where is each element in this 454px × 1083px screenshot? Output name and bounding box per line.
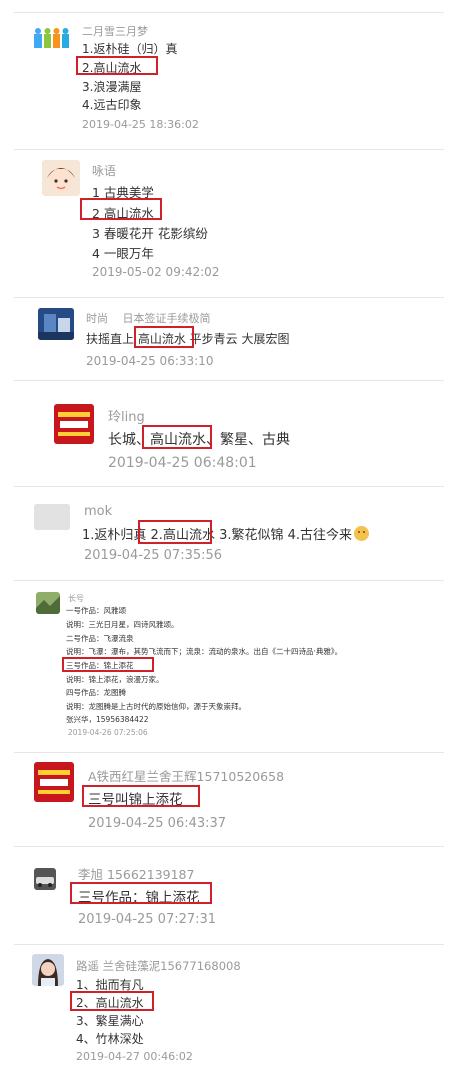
divider: [14, 580, 444, 581]
timestamp: 2019-04-27 00:46:02: [76, 1050, 193, 1063]
avatar: [34, 868, 56, 890]
comment-line: 二号作品：飞瀑流泉: [66, 634, 134, 643]
comment-card: 二月雪三月梦 1.返朴硅（归）真 2.高山流水 3.浪漫满屋 4.远古印象 20…: [26, 14, 446, 148]
highlight-box: [76, 56, 158, 75]
highlight-box: [70, 882, 212, 904]
highlight-box: [62, 657, 154, 672]
commenter-name: 李旭 15662139187: [78, 867, 195, 882]
timestamp: 2019-05-02 09:42:02: [92, 265, 220, 279]
highlight-box: [70, 991, 154, 1011]
timestamp: 2019-04-26 07:25:06: [68, 728, 148, 737]
comment-card: mok 1.返朴归真 2.高山流水 3.繁花似锦 4.古往今来 2019-04-…: [26, 490, 446, 576]
commenter-name: 长号: [68, 594, 84, 603]
comment-line: 张兴华，15956384422: [66, 715, 149, 724]
commenter-name: 玲ling: [108, 410, 145, 425]
comment-line: 4、竹林深处: [76, 1032, 144, 1046]
comment-line: 3、繁星满心: [76, 1014, 144, 1028]
woman-photo-icon: [32, 954, 64, 986]
avatar: [34, 762, 74, 802]
divider: [14, 380, 444, 381]
red-poster-icon: [34, 762, 74, 802]
divider: [14, 12, 444, 13]
green-landscape-icon: [36, 592, 60, 614]
cartoon-girl-icon: [47, 168, 75, 192]
highlight-box: [138, 520, 212, 544]
timestamp: 2019-04-25 18:36:02: [82, 118, 199, 131]
comment-line: 4 一眼万年: [92, 246, 154, 261]
blue-photo-icon: [38, 308, 74, 340]
commenter-name: 时尚 日本签证手续极简: [86, 312, 211, 325]
avatar: [54, 404, 94, 444]
comment-line: 说明：龙图腾是上古时代的原始信仰，源于天象崇拜。: [66, 702, 246, 711]
divider: [14, 752, 444, 753]
commenter-name: 二月雪三月梦: [82, 25, 148, 38]
divider: [14, 944, 444, 945]
highlight-box: [134, 326, 194, 348]
avatar: [36, 592, 60, 614]
commenter-name: 咏语: [92, 164, 117, 178]
comment-card: 咏语 1 古典美学 2 高山流水 3 春暖花开 花影缤纷 4 一眼万年 2019…: [26, 150, 446, 296]
comment-card: 路遥 兰舍硅藻泥15677168008 1、拙而有凡 2、高山流水 3、繁星满心…: [26, 948, 446, 1072]
avatar: [38, 308, 74, 340]
comment-line: 3 春暖花开 花影缤纷: [92, 226, 208, 241]
comment-line: 说明：锦上添花，浪漫万家。: [66, 675, 164, 684]
timestamp: 2019-04-25 07:35:56: [84, 548, 223, 563]
comment-card: 时尚 日本签证手续极简 扶摇直上 高山流水 平步青云 大展宏图 2019-04-…: [26, 298, 446, 380]
comment-line: 3.浪漫满屋: [82, 80, 142, 94]
avatar: [34, 24, 70, 54]
highlight-box: [142, 425, 212, 449]
comment-line: 四号作品：龙图腾: [66, 688, 126, 697]
commenter-name: A铁西红星兰舍王辉15710520658: [88, 769, 285, 784]
comment-card: A铁西红星兰舍王辉15710520658 三号叫锦上添花 2019-04-25 …: [26, 756, 446, 842]
comment-line: 1.返朴归真 2.高山流水 3.繁花似锦 4.古往今来: [82, 524, 370, 543]
comment-card: 长号 一号作品：风雅颂 说明：三光日月星，四诗风雅颂。 二号作品：飞瀑流泉 说明…: [26, 582, 446, 750]
grin-emoji-icon: [354, 526, 370, 541]
commenter-name: mok: [84, 504, 113, 519]
car-photo-icon: [34, 868, 56, 890]
comment-line: 4.远古印象: [82, 98, 142, 112]
colorful-people-logo-icon: [34, 28, 69, 48]
avatar: [42, 160, 80, 196]
avatar: [32, 954, 64, 986]
comment-card: 李旭 15662139187 三号作品：锦上添花 2019-04-25 07:2…: [26, 850, 446, 942]
divider: [14, 486, 444, 487]
highlight-box: [82, 785, 200, 807]
comment-line: 1.返朴硅（归）真: [82, 42, 178, 56]
comment-line: 说明：飞瀑：瀑布，其势飞流而下；流泉：流动的泉水。出自《二十四诗品·典雅》。: [66, 647, 343, 656]
red-poster-icon: [54, 404, 94, 444]
timestamp: 2019-04-25 06:33:10: [86, 354, 214, 368]
timestamp: 2019-04-25 06:48:01: [108, 455, 257, 471]
timestamp: 2019-04-25 06:43:37: [88, 816, 227, 831]
divider: [14, 846, 444, 847]
comment-line: 一号作品：风雅颂: [66, 606, 126, 615]
blank-gray-icon: [34, 504, 70, 530]
highlight-box: [80, 198, 162, 220]
timestamp: 2019-04-25 07:27:31: [78, 912, 217, 927]
comment-card: 玲ling 长城、高山流水、繁星、古典 2019-04-25 06:48:01: [26, 384, 446, 484]
avatar: [34, 504, 70, 530]
comment-line: 说明：三光日月星，四诗风雅颂。: [66, 620, 179, 629]
commenter-name: 路遥 兰舍硅藻泥15677168008: [76, 959, 241, 973]
